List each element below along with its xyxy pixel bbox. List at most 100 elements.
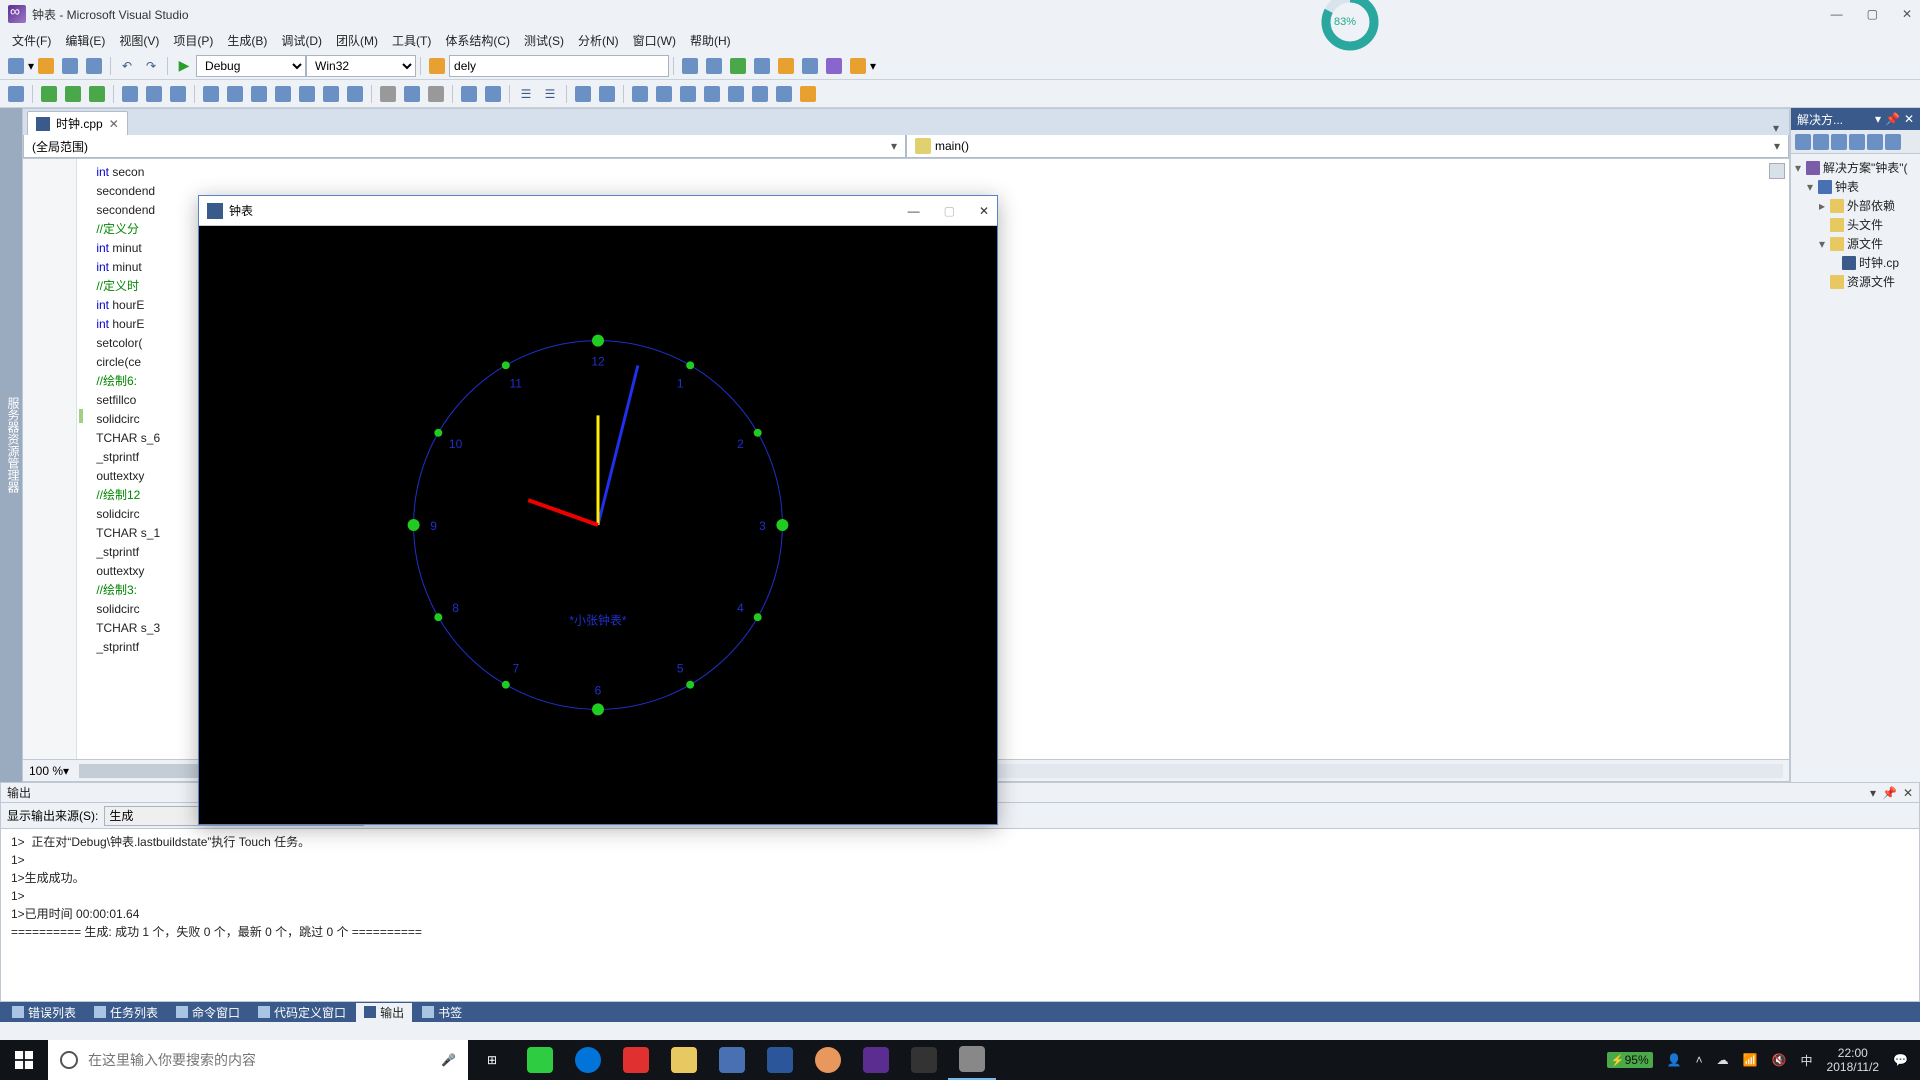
platform-combo[interactable]: Win32	[306, 55, 416, 77]
step-out-button[interactable]	[86, 83, 108, 105]
tb2-r[interactable]	[458, 83, 480, 105]
clock-minimize-button[interactable]: —	[908, 204, 920, 218]
app-2[interactable]	[564, 1040, 612, 1080]
search-input[interactable]	[88, 1052, 431, 1068]
tb2-o[interactable]	[377, 83, 399, 105]
collapse-icon[interactable]	[1849, 134, 1865, 150]
document-tab-active[interactable]: 时钟.cpp ✕	[27, 111, 128, 135]
redo-button[interactable]: ↷	[140, 55, 162, 77]
start-debug-button[interactable]: ▶	[173, 55, 195, 77]
toolbar-btn-f[interactable]	[799, 55, 821, 77]
tb2-m[interactable]	[320, 83, 342, 105]
open-file-button[interactable]	[35, 55, 57, 77]
tb2-x[interactable]	[629, 83, 651, 105]
minimize-button[interactable]: —	[1831, 7, 1843, 21]
toolbar-btn-b[interactable]	[703, 55, 725, 77]
ime-indicator[interactable]: 中	[1801, 1052, 1813, 1069]
taskbar-clock[interactable]: 22:00 2018/11/2	[1827, 1046, 1880, 1074]
app-running[interactable]	[948, 1040, 996, 1080]
tb2-n[interactable]	[344, 83, 366, 105]
start-button[interactable]	[0, 1040, 48, 1080]
app-3[interactable]	[612, 1040, 660, 1080]
tb2-k[interactable]	[272, 83, 294, 105]
tb2-s[interactable]	[482, 83, 504, 105]
tab-bookmarks[interactable]: 书签	[414, 1003, 470, 1022]
tb2-q[interactable]	[425, 83, 447, 105]
tb2-a[interactable]	[5, 83, 27, 105]
output-dropdown-icon[interactable]: ▾	[1870, 786, 1876, 800]
tb2-ad[interactable]	[773, 83, 795, 105]
volume-icon[interactable]: 🔇	[1772, 1053, 1787, 1067]
tb2-g[interactable]	[167, 83, 189, 105]
tb2-p[interactable]	[401, 83, 423, 105]
tray-chevron-icon[interactable]: ˄	[1696, 1053, 1703, 1067]
tab-close-icon[interactable]: ✕	[109, 117, 119, 131]
save-button[interactable]	[59, 55, 81, 77]
toolbar-btn-h[interactable]	[847, 55, 869, 77]
clock-titlebar[interactable]: 钟表 — ▢ ✕	[199, 196, 997, 226]
refresh-icon[interactable]	[1813, 134, 1829, 150]
new-project-button[interactable]	[5, 55, 27, 77]
menu-help[interactable]: 帮助(H)	[684, 30, 737, 51]
app-explorer[interactable]	[660, 1040, 708, 1080]
properties-icon[interactable]	[1867, 134, 1883, 150]
autohide-icon[interactable]: 📌	[1885, 112, 1900, 126]
toolbar-btn-d[interactable]	[751, 55, 773, 77]
sync-icon[interactable]	[1831, 134, 1847, 150]
config-combo[interactable]: Debug	[196, 55, 306, 77]
panel-close-icon[interactable]: ✕	[1904, 112, 1914, 126]
tb2-w[interactable]	[596, 83, 618, 105]
tab-code-definition[interactable]: 代码定义窗口	[250, 1003, 354, 1022]
output-pin-icon[interactable]: 📌	[1882, 786, 1897, 800]
task-view-button[interactable]: ⊞	[468, 1040, 516, 1080]
output-body[interactable]: 1> 正在对“Debug\钟表.lastbuildstate”执行 Touch …	[1, 829, 1919, 1001]
tab-overflow-button[interactable]: ▾	[1767, 121, 1785, 135]
tab-output[interactable]: 输出	[356, 1003, 412, 1022]
comment-button[interactable]	[200, 83, 222, 105]
toolbar-btn-e[interactable]	[775, 55, 797, 77]
output-close-icon[interactable]: ✕	[1903, 786, 1913, 800]
menu-edit[interactable]: 编辑(E)	[59, 30, 111, 51]
tb2-l[interactable]	[296, 83, 318, 105]
menu-window[interactable]: 窗口(W)	[627, 30, 682, 51]
menu-project[interactable]: 项目(P)	[167, 30, 219, 51]
toolbar-btn-g[interactable]	[823, 55, 845, 77]
battery-indicator[interactable]: ⚡95%	[1607, 1052, 1653, 1068]
server-explorer-tab[interactable]: 服务器资源管理器	[5, 397, 22, 493]
onedrive-icon[interactable]: ☁	[1717, 1053, 1729, 1067]
split-button[interactable]	[1769, 163, 1785, 179]
menu-team[interactable]: 团队(M)	[330, 30, 384, 51]
pin-icon[interactable]: ▾	[1875, 112, 1881, 126]
menu-test[interactable]: 测试(S)	[518, 30, 570, 51]
left-tool-gutter[interactable]: 服务器资源管理器 工具箱	[0, 108, 22, 782]
solution-header[interactable]: 解决方... ▾📌✕	[1791, 108, 1920, 130]
tab-error-list[interactable]: 错误列表	[4, 1003, 84, 1022]
tb2-ae[interactable]	[797, 83, 819, 105]
tb2-j[interactable]	[248, 83, 270, 105]
app-1[interactable]	[516, 1040, 564, 1080]
tb2-z[interactable]	[677, 83, 699, 105]
uncomment-button[interactable]	[224, 83, 246, 105]
people-icon[interactable]: 👤	[1667, 1053, 1682, 1067]
tb2-e[interactable]	[119, 83, 141, 105]
undo-button[interactable]: ↶	[116, 55, 138, 77]
app-5[interactable]	[708, 1040, 756, 1080]
taskbar-search[interactable]: 🎤	[48, 1040, 468, 1080]
quick-find-input[interactable]	[449, 55, 669, 77]
app-7[interactable]	[804, 1040, 852, 1080]
notifications-icon[interactable]: 💬	[1893, 1053, 1908, 1067]
find-in-files-icon[interactable]	[426, 55, 448, 77]
save-all-button[interactable]	[83, 55, 105, 77]
menu-build[interactable]: 生成(B)	[221, 30, 273, 51]
tb2-ac[interactable]	[749, 83, 771, 105]
app-word[interactable]	[756, 1040, 804, 1080]
tb2-v[interactable]	[572, 83, 594, 105]
outdent-button[interactable]: ☰	[539, 83, 561, 105]
scope-left-combo[interactable]: (全局范围)▾	[23, 135, 906, 158]
home-icon[interactable]	[1795, 134, 1811, 150]
tb2-aa[interactable]	[701, 83, 723, 105]
menu-file[interactable]: 文件(F)	[6, 30, 57, 51]
menu-analyze[interactable]: 分析(N)	[572, 30, 625, 51]
mic-icon[interactable]: 🎤	[441, 1053, 456, 1067]
indent-button[interactable]: ☰	[515, 83, 537, 105]
